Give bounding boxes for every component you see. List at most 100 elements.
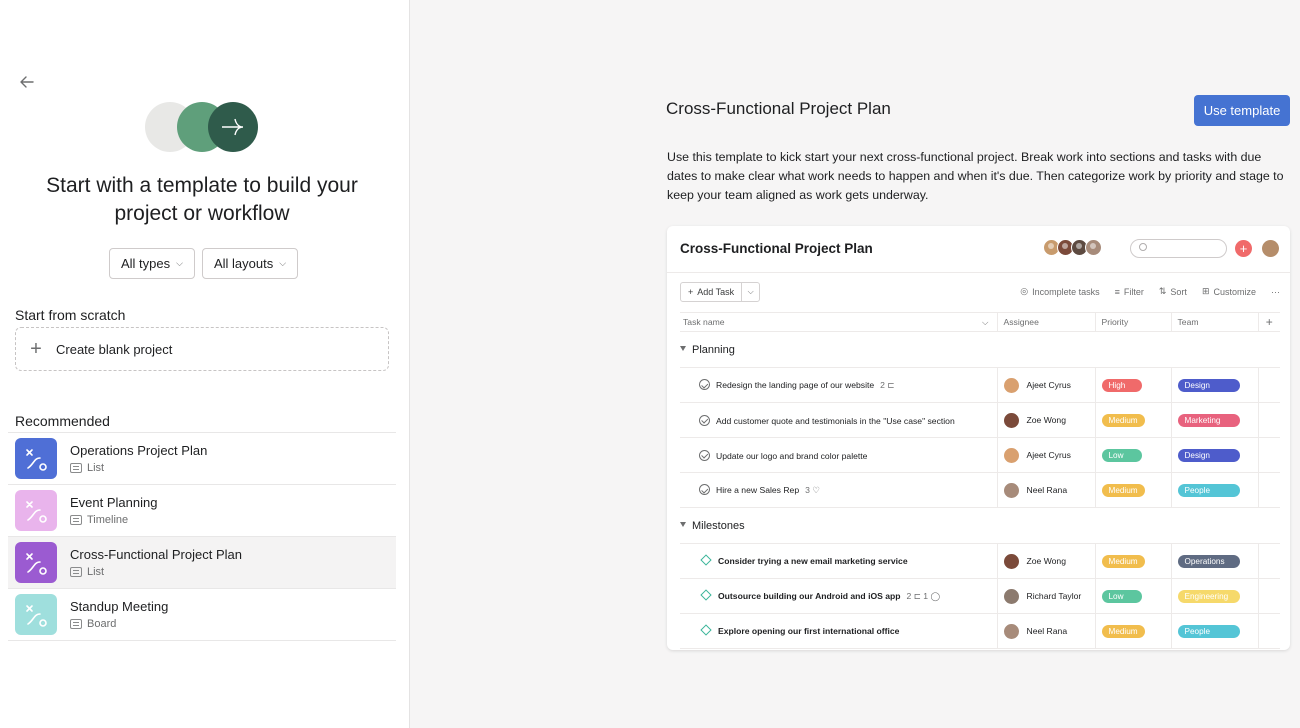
complete-check-icon[interactable]	[699, 414, 710, 426]
team-cell[interactable]: Operations	[1170, 543, 1258, 579]
priority-cell[interactable]: Medium	[1094, 613, 1171, 649]
chevron-down-icon: ⌵	[279, 258, 287, 268]
recommended-item-text: Operations Project Plan List	[70, 443, 207, 474]
customize-icon: ⊞	[1201, 286, 1210, 296]
section-row[interactable]: Planning	[680, 331, 1280, 368]
assignee-cell[interactable]: Zoe Wong	[996, 402, 1095, 438]
milestone-diamond-icon[interactable]	[700, 554, 712, 566]
table-row[interactable]: Add customer quote and testimonials in t…	[680, 402, 1280, 438]
assignee-cell[interactable]: Neel Rana	[996, 472, 1095, 508]
section-title: Milestones	[680, 507, 1280, 544]
complete-check-icon[interactable]	[699, 379, 710, 390]
task-name-cell[interactable]: Consider trying a new email marketing se…	[680, 543, 997, 579]
layout-icon	[70, 567, 82, 577]
team-cell[interactable]: Engineering	[1170, 578, 1258, 614]
team-cell[interactable]: People	[1170, 472, 1258, 508]
milestone-diamond-icon[interactable]	[700, 624, 712, 636]
team-badge: Design	[1177, 448, 1240, 462]
team-cell[interactable]: Design	[1170, 437, 1258, 473]
chevron-down-icon: ⌵	[176, 258, 183, 268]
recommended-item-layout: List	[70, 566, 242, 578]
milestone-diamond-icon[interactable]	[700, 588, 712, 601]
customize-button[interactable]: ⊞ Customize	[1202, 286, 1256, 297]
back-arrow-icon[interactable]	[17, 72, 37, 92]
column-header-task[interactable]: Task name ⌵	[680, 312, 997, 332]
collapse-triangle-icon[interactable]	[680, 521, 686, 527]
empty-cell	[1257, 472, 1280, 508]
avatar	[1003, 482, 1019, 498]
column-header-team[interactable]: Team	[1170, 312, 1258, 332]
search-icon	[1139, 243, 1147, 251]
sort-button[interactable]: ⇅ Sort	[1159, 286, 1187, 297]
recommended-item[interactable]: Cross-Functional Project Plan List	[8, 537, 396, 589]
assignee-cell[interactable]: Richard Taylor	[996, 578, 1095, 614]
filter-button[interactable]: ≡ Filter	[1115, 287, 1144, 297]
sort-icon: ⇅	[1158, 286, 1167, 296]
priority-cell[interactable]: Medium	[1094, 543, 1171, 579]
task-name-cell[interactable]: Add customer quote and testimonials in t…	[680, 402, 997, 438]
task-name-cell[interactable]: Explore opening our first international …	[680, 613, 997, 649]
filter-icon: ≡	[1114, 286, 1120, 297]
task-name-cell[interactable]: Outsource building our Android and iOS a…	[680, 578, 997, 614]
team-cell[interactable]: People	[1170, 613, 1258, 649]
recommended-item-text: Cross-Functional Project Plan List	[70, 547, 242, 578]
search-input[interactable]	[1130, 239, 1227, 258]
filter-all-types[interactable]: All types ⌵	[109, 248, 195, 279]
priority-cell[interactable]: Low	[1094, 578, 1171, 614]
collapse-triangle-icon[interactable]	[680, 345, 686, 351]
task-name-cell[interactable]: Hire a new Sales Rep 3 ♡	[680, 472, 997, 508]
assignee-cell[interactable]: Ajeet Cyrus	[996, 367, 1095, 403]
chevron-down-icon[interactable]: ⌵	[742, 287, 759, 297]
task-name-cell[interactable]: Redesign the landing page of our website…	[680, 367, 997, 403]
priority-cell[interactable]: High	[1094, 367, 1171, 403]
column-header-priority[interactable]: Priority	[1094, 312, 1171, 332]
section-row[interactable]: Milestones	[680, 507, 1280, 544]
filter-all-layouts[interactable]: All layouts ⌵	[201, 248, 299, 279]
table-row[interactable]: Update our logo and brand color palette A…	[680, 437, 1280, 473]
add-task-button[interactable]: + Add Task ⌵	[680, 282, 761, 302]
complete-check-icon[interactable]	[699, 484, 710, 495]
more-options-icon[interactable]: ···	[1271, 287, 1280, 297]
create-blank-project-button[interactable]: + Create blank project	[15, 327, 389, 371]
team-cell[interactable]: Marketing	[1170, 402, 1258, 438]
add-icon[interactable]: +	[1235, 240, 1252, 257]
template-icon	[15, 490, 57, 531]
recommended-item[interactable]: Operations Project Plan List	[8, 433, 396, 485]
priority-cell[interactable]: Medium	[1094, 472, 1171, 508]
recommended-item-name: Event Planning	[70, 495, 158, 510]
avatar	[1003, 588, 1019, 604]
empty-cell	[1257, 367, 1280, 403]
add-column-icon[interactable]: +	[1257, 312, 1280, 332]
recommended-item[interactable]: Standup Meeting Board	[8, 589, 396, 641]
recommended-item-name: Cross-Functional Project Plan	[70, 547, 242, 562]
priority-badge: Medium	[1101, 554, 1145, 568]
template-icon	[15, 438, 57, 479]
use-template-button[interactable]: Use template	[1194, 95, 1290, 126]
team-badge: Operations	[1177, 554, 1240, 568]
assignee-cell[interactable]: Zoe Wong	[996, 543, 1095, 579]
table-row[interactable]: Outsource building our Android and iOS a…	[680, 578, 1280, 614]
priority-cell[interactable]: Medium	[1094, 402, 1171, 438]
priority-cell[interactable]: Low	[1094, 437, 1171, 473]
incomplete-tasks-filter[interactable]: ◎ Incomplete tasks	[1020, 286, 1099, 297]
complete-check-icon[interactable]	[699, 449, 710, 461]
layout-icon	[70, 463, 82, 473]
template-icon	[15, 594, 57, 635]
table-row[interactable]: Redesign the landing page of our website…	[680, 367, 1280, 403]
section-title: Planning	[680, 331, 1280, 368]
team-badge: People	[1177, 624, 1240, 638]
table-row[interactable]: Hire a new Sales Rep 3 ♡ Neel Rana Medium Pe…	[680, 472, 1280, 508]
table-row[interactable]: Consider trying a new email marketing se…	[680, 543, 1280, 579]
recommended-item[interactable]: Event Planning Timeline	[8, 485, 396, 537]
team-cell[interactable]: Design	[1170, 367, 1258, 403]
table-row[interactable]: Explore opening our first international …	[680, 613, 1280, 649]
empty-cell	[1257, 437, 1280, 473]
plus-icon: +	[688, 287, 694, 297]
assignee-cell[interactable]: Ajeet Cyrus	[996, 437, 1095, 473]
column-header-assignee[interactable]: Assignee	[996, 312, 1095, 332]
assignee-cell[interactable]: Neel Rana	[996, 613, 1095, 649]
avatar[interactable]	[1262, 240, 1279, 257]
task-name-cell[interactable]: Update our logo and brand color palette	[680, 437, 997, 473]
filter-bar: All types ⌵ All layouts ⌵	[109, 248, 299, 279]
priority-badge: Medium	[1101, 413, 1145, 427]
